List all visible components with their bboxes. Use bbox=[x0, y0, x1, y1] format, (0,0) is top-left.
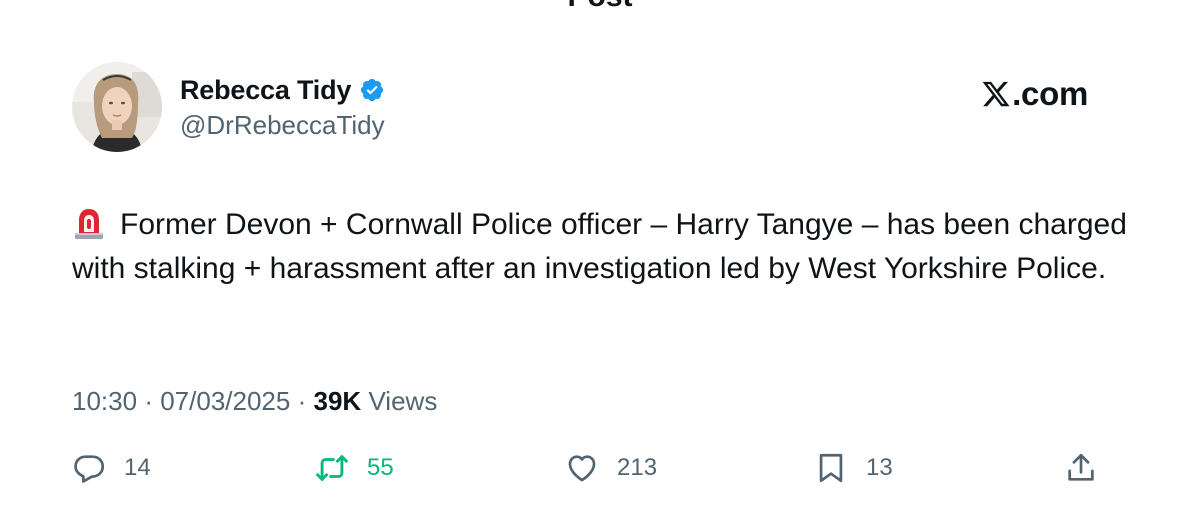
share-button[interactable] bbox=[1064, 446, 1098, 490]
tweet-body: Former Devon + Cornwall Police officer –… bbox=[72, 203, 1132, 291]
author-name[interactable]: Rebecca Tidy bbox=[180, 74, 351, 106]
author-info[interactable]: Rebecca Tidy @DrRebeccaTidy bbox=[180, 74, 385, 142]
tweet-meta: 10:30 · 07/03/2025 · 39K Views bbox=[72, 383, 437, 419]
meta-separator: · bbox=[297, 386, 307, 416]
author-handle[interactable]: @DrRebeccaTidy bbox=[180, 108, 385, 142]
like-button[interactable]: 213 bbox=[565, 446, 657, 490]
bookmark-button[interactable]: 13 bbox=[814, 446, 893, 490]
author-name-row: Rebecca Tidy bbox=[180, 74, 385, 106]
reply-button[interactable]: 14 bbox=[72, 446, 151, 490]
x-logo-icon bbox=[981, 79, 1011, 109]
page-title: Post bbox=[0, 0, 1200, 12]
views-count: 39K bbox=[313, 386, 362, 416]
brand-link[interactable]: .com bbox=[981, 74, 1088, 114]
reply-icon bbox=[72, 451, 106, 485]
meta-separator: · bbox=[144, 386, 153, 416]
brand-text: .com bbox=[1012, 75, 1088, 112]
reply-count: 14 bbox=[124, 454, 151, 481]
police-siren-icon bbox=[72, 206, 106, 240]
bookmark-icon bbox=[814, 451, 848, 485]
repost-button[interactable]: 55 bbox=[315, 446, 394, 490]
repost-count: 55 bbox=[367, 454, 394, 481]
action-bar: 14 55 213 13 bbox=[72, 446, 1098, 490]
tweet-date[interactable]: 07/03/2025 bbox=[160, 386, 290, 416]
repost-icon bbox=[315, 451, 349, 485]
avatar[interactable] bbox=[72, 62, 162, 152]
like-count: 213 bbox=[617, 454, 658, 481]
heart-icon bbox=[565, 451, 599, 485]
avatar-image bbox=[72, 62, 162, 152]
bookmark-count: 13 bbox=[866, 454, 893, 481]
share-icon bbox=[1064, 451, 1098, 485]
views-label: Views bbox=[368, 386, 438, 416]
tweet-time[interactable]: 10:30 bbox=[72, 386, 137, 416]
tweet-text: Former Devon + Cornwall Police officer –… bbox=[72, 208, 1127, 285]
verified-badge-icon bbox=[359, 77, 385, 103]
